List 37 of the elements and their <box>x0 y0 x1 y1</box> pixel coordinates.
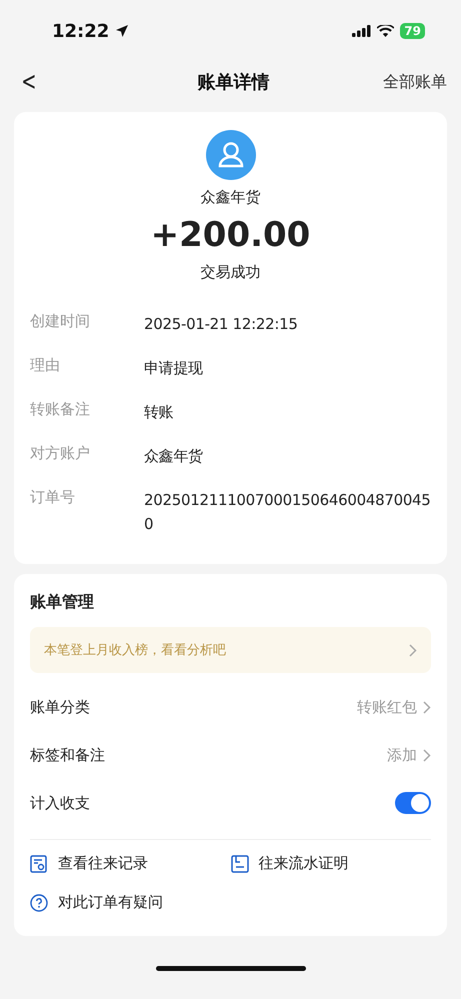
section-title: 账单管理 <box>30 592 95 613</box>
detail-label: 订单号 <box>30 488 76 508</box>
toggle-switch[interactable] <box>395 792 431 814</box>
chevron-right-icon <box>423 700 431 714</box>
document-icon <box>230 854 248 872</box>
action-link[interactable]: 往来流水证明 <box>230 848 431 879</box>
action-link[interactable]: 查看往来记录 <box>30 848 230 879</box>
detail-value: 申请提现 <box>144 358 204 379</box>
payer-name: 众鑫年货 <box>200 188 260 207</box>
detail-label: 对方账户 <box>30 444 91 464</box>
all-bills-link[interactable]: 全部账单 <box>382 72 447 92</box>
detail-label: 理由 <box>30 356 61 376</box>
search-document-icon <box>30 854 48 872</box>
detail-value: 20250121110070001506460048700450 <box>144 490 431 535</box>
avatar-icon <box>206 130 256 180</box>
setting-label: 计入收支 <box>30 794 90 812</box>
page-title: 账单详情 <box>197 71 270 94</box>
action-link[interactable]: 对此订单有疑问 <box>30 887 230 918</box>
transaction-status: 交易成功 <box>200 263 260 282</box>
detail-value: 2025-01-21 12:22:15 <box>144 314 299 335</box>
question-icon <box>30 894 48 912</box>
signal-icon <box>352 25 372 37</box>
back-button[interactable]: < <box>18 67 40 97</box>
battery-level: 79 <box>400 23 425 39</box>
chevron-right-icon <box>423 748 431 762</box>
setting-label: 账单分类 <box>30 698 90 716</box>
setting-label: 标签和备注 <box>30 746 105 764</box>
detail-value: 众鑫年货 <box>144 446 204 467</box>
amount: +200.00 <box>150 215 310 255</box>
detail-value: 转账 <box>144 402 174 423</box>
chevron-right-icon <box>409 644 417 656</box>
location-arrow-icon <box>115 24 130 38</box>
banner-text: 本笔登上月收入榜，看看分析吧 <box>44 642 226 659</box>
wifi-icon <box>377 25 394 37</box>
detail-label: 转账备注 <box>30 400 91 420</box>
detail-label: 创建时间 <box>30 312 91 332</box>
status-time: 12:22 <box>52 20 110 42</box>
